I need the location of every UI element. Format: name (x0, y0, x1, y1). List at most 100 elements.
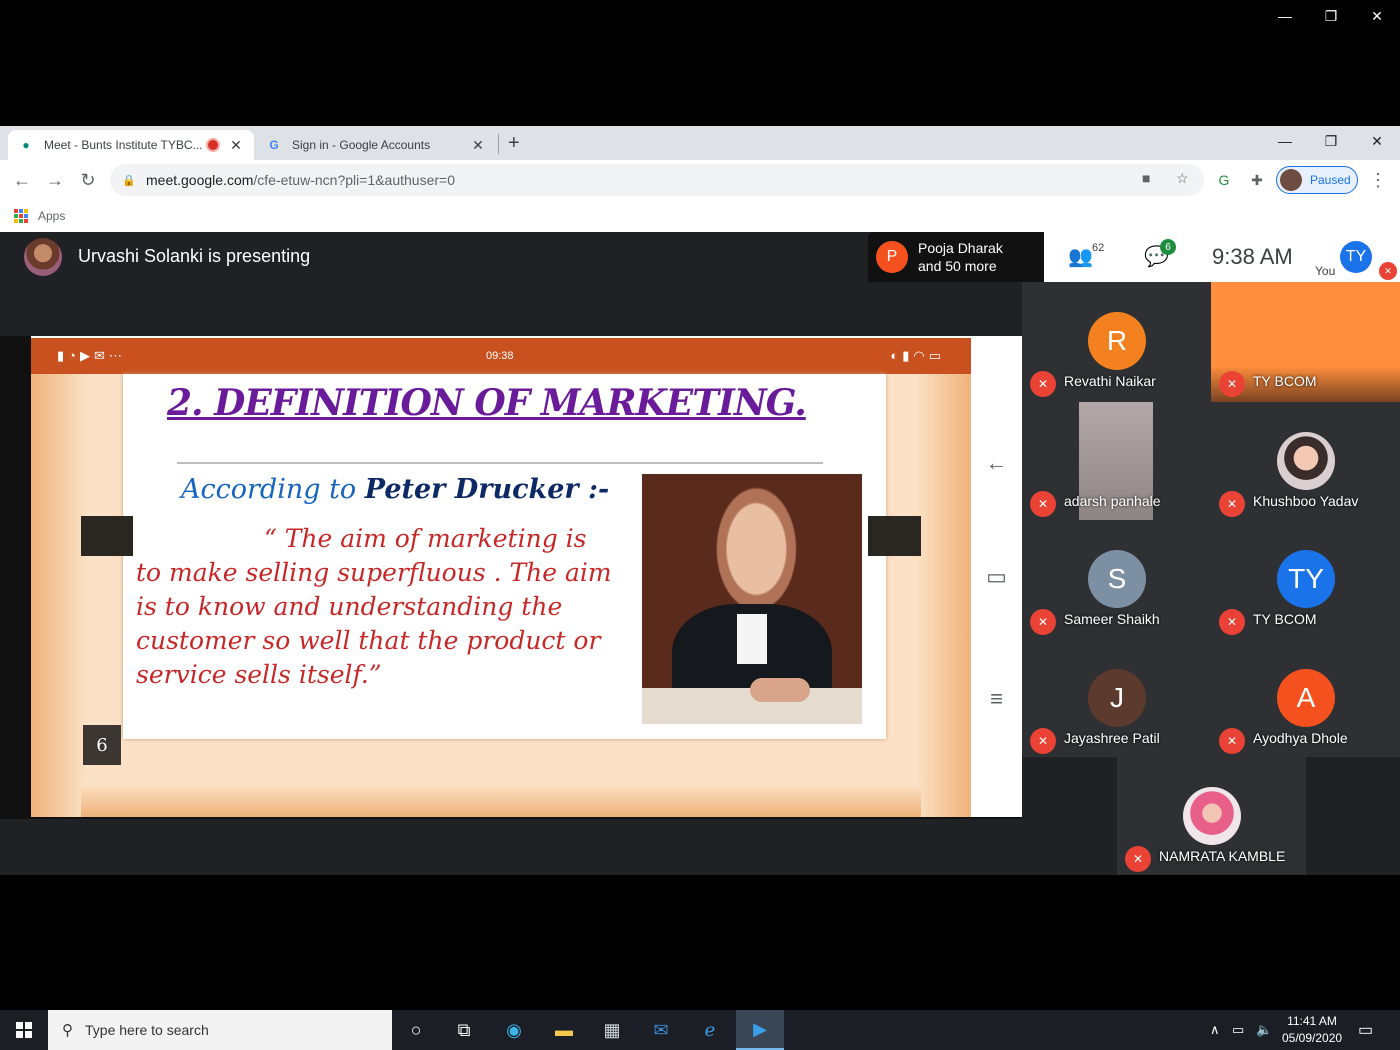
presenter-avatar (24, 238, 62, 276)
minimize-icon[interactable]: — (1262, 126, 1308, 156)
slide-quote: “ The aim of marketing is to make sellin… (136, 522, 636, 692)
participant-avatar: A (1277, 669, 1335, 727)
status-left-icons: ▮◔▶✉⋯ (57, 348, 126, 363)
url-host: meet.google.com (146, 172, 254, 188)
participant-avatar (1277, 432, 1335, 490)
tab-google-accounts[interactable]: G Sign in - Google Accounts ✕ (256, 130, 496, 160)
participant-tile[interactable]: TY ✕ TY BCOM (1211, 520, 1400, 639)
volume-icon[interactable]: 🔈 (1256, 1010, 1272, 1050)
participant-tile[interactable]: S ✕ Sameer Shaikh (1022, 520, 1211, 639)
participant-tile[interactable]: J ✕ Jayashree Patil (1022, 639, 1211, 757)
participant-avatar: R (1088, 312, 1146, 370)
edge-icon[interactable]: ◉ (490, 1010, 538, 1050)
participant-name: TY BCOM (1253, 373, 1317, 389)
minimize-icon[interactable]: — (1262, 0, 1308, 32)
mic-off-icon: ✕ (1030, 371, 1056, 397)
participant-name: Ayodhya Dhole (1253, 730, 1348, 746)
quote-rest: to make selling superfluous . The aim is… (136, 558, 612, 689)
lock-icon: 🔒 (122, 174, 136, 187)
phone-status-bar: ▮◔▶✉⋯ 09:38 ◐▮◠▭ (31, 338, 971, 374)
profile-status: Paused (1310, 173, 1351, 187)
tab-title: Sign in - Google Accounts (292, 138, 431, 152)
reload-icon[interactable]: ↻ (76, 168, 100, 192)
close-icon[interactable]: ✕ (1354, 126, 1400, 156)
participant-tile[interactable]: ✕ Khushboo Yadav (1211, 402, 1400, 520)
mic-off-icon: ✕ (1030, 491, 1056, 517)
phone-nav-bar: ← ▭ ≡ (971, 338, 1022, 817)
store-icon[interactable]: ▦ (588, 1010, 636, 1050)
participant-name: NAMRATA KAMBLE (1159, 848, 1286, 864)
presenting-label: Urvashi Solanki is presenting (78, 246, 311, 266)
mic-off-icon: ✕ (1030, 609, 1056, 635)
slide-subtitle: According to Peter Drucker :- (181, 474, 609, 505)
back-icon[interactable]: ← (10, 168, 34, 192)
mic-off-icon: ✕ (1379, 262, 1397, 280)
profile-paused-button[interactable]: Paused (1276, 166, 1358, 194)
participant-name: TY BCOM (1253, 611, 1317, 627)
participant-tile[interactable]: ✕ TY BCOM (1211, 282, 1400, 402)
network-icon[interactable]: ▭ (1232, 1010, 1244, 1050)
participant-avatar: J (1088, 669, 1146, 727)
people-icon[interactable]: 👥 (1068, 244, 1093, 269)
close-tab-icon[interactable]: ✕ (470, 137, 486, 154)
media-player-icon[interactable]: ▶ (736, 1010, 784, 1050)
tab-separator (498, 134, 499, 154)
apps-link[interactable]: Apps (38, 209, 65, 223)
new-tab-icon[interactable]: + (508, 132, 520, 155)
camera-icon[interactable]: ■ (1142, 170, 1150, 186)
bookmark-star-icon[interactable]: ☆ (1176, 170, 1189, 187)
recents-icon[interactable]: ≡ (971, 686, 1022, 712)
participant-name: Jayashree Patil (1064, 730, 1160, 746)
participant-count: 62 (1092, 242, 1105, 254)
clock-date: 05/09/2020 (1282, 1031, 1343, 1045)
file-explorer-icon[interactable]: ▬ (540, 1010, 588, 1050)
taskbar-clock[interactable]: 11:41 AM 05/09/2020 (1282, 1013, 1342, 1047)
close-icon[interactable]: ✕ (1354, 0, 1400, 32)
clock-time: 11:41 AM (1287, 1014, 1337, 1028)
home-button-icon[interactable]: ▭ (971, 564, 1022, 590)
participant-tile[interactable]: R ✕ Revathi Naikar (1022, 282, 1211, 402)
participant-avatar (1183, 787, 1241, 845)
next-slide-strip (81, 783, 921, 817)
chat-badge: 6 (1160, 239, 1176, 255)
back-arrow-icon[interactable]: ← (971, 450, 1022, 476)
join-notification[interactable]: P Pooja Dharak and 50 more (868, 232, 1044, 282)
menu-dots-icon[interactable]: ⋮ (1366, 168, 1390, 192)
participant-tile[interactable]: A ✕ Ayodhya Dhole (1211, 639, 1400, 757)
participant-name: Sameer Shaikh (1064, 611, 1160, 627)
notifications-icon[interactable]: ▭ (1358, 1010, 1373, 1050)
forward-icon[interactable]: → (43, 168, 67, 192)
subtitle-name: Peter Drucker :- (364, 474, 610, 505)
meet-area: Urvashi Solanki is presenting P Pooja Dh… (0, 232, 1400, 875)
participant-name: adarsh panhale (1064, 493, 1161, 509)
start-button[interactable] (0, 1010, 48, 1050)
restore-icon[interactable]: ❐ (1308, 0, 1354, 32)
internet-explorer-icon[interactable]: ℯ (686, 1010, 734, 1050)
photo-hand (750, 678, 810, 702)
windows-logo-icon (16, 1022, 32, 1038)
join-avatar: P (876, 241, 908, 273)
mail-icon[interactable]: ✉ (637, 1010, 685, 1050)
meet-top-info: 👥 62 💬 6 9:38 AM You TY ✕ (1044, 232, 1400, 282)
apps-icon[interactable] (14, 209, 28, 223)
participant-tile[interactable]: ✕ NAMRATA KAMBLE (1117, 757, 1306, 875)
participant-name: Revathi Naikar (1064, 373, 1156, 389)
taskbar-search[interactable]: ⚲ Type here to search (48, 1010, 392, 1050)
tab-title: Meet - Bunts Institute TYBC... (44, 138, 203, 152)
cortana-icon[interactable]: ○ (392, 1010, 440, 1050)
slide-divider (177, 462, 823, 464)
restore-icon[interactable]: ❐ (1308, 126, 1354, 156)
self-avatar[interactable]: TY (1340, 241, 1372, 273)
participant-avatar: S (1088, 550, 1146, 608)
task-view-icon[interactable]: ⧉ (440, 1010, 488, 1050)
extension-g-icon[interactable]: G (1212, 168, 1236, 192)
tray-chevron-icon[interactable]: ∧ (1210, 1010, 1220, 1050)
address-bar[interactable]: 🔒 meet.google.com /cfe-etuw-ncn?pli=1&au… (110, 164, 1204, 196)
extensions-puzzle-icon[interactable]: ✚ (1245, 168, 1269, 192)
tab-meet[interactable]: ● Meet - Bunts Institute TYBC... ✕ (8, 130, 254, 160)
participant-tile[interactable]: ✕ adarsh panhale (1022, 402, 1211, 520)
slide-page-number: 6 (83, 725, 121, 765)
close-tab-icon[interactable]: ✕ (228, 137, 244, 154)
meeting-time: 9:38 AM (1212, 244, 1293, 269)
status-right-icons: ◐▮◠▭ (890, 348, 945, 363)
